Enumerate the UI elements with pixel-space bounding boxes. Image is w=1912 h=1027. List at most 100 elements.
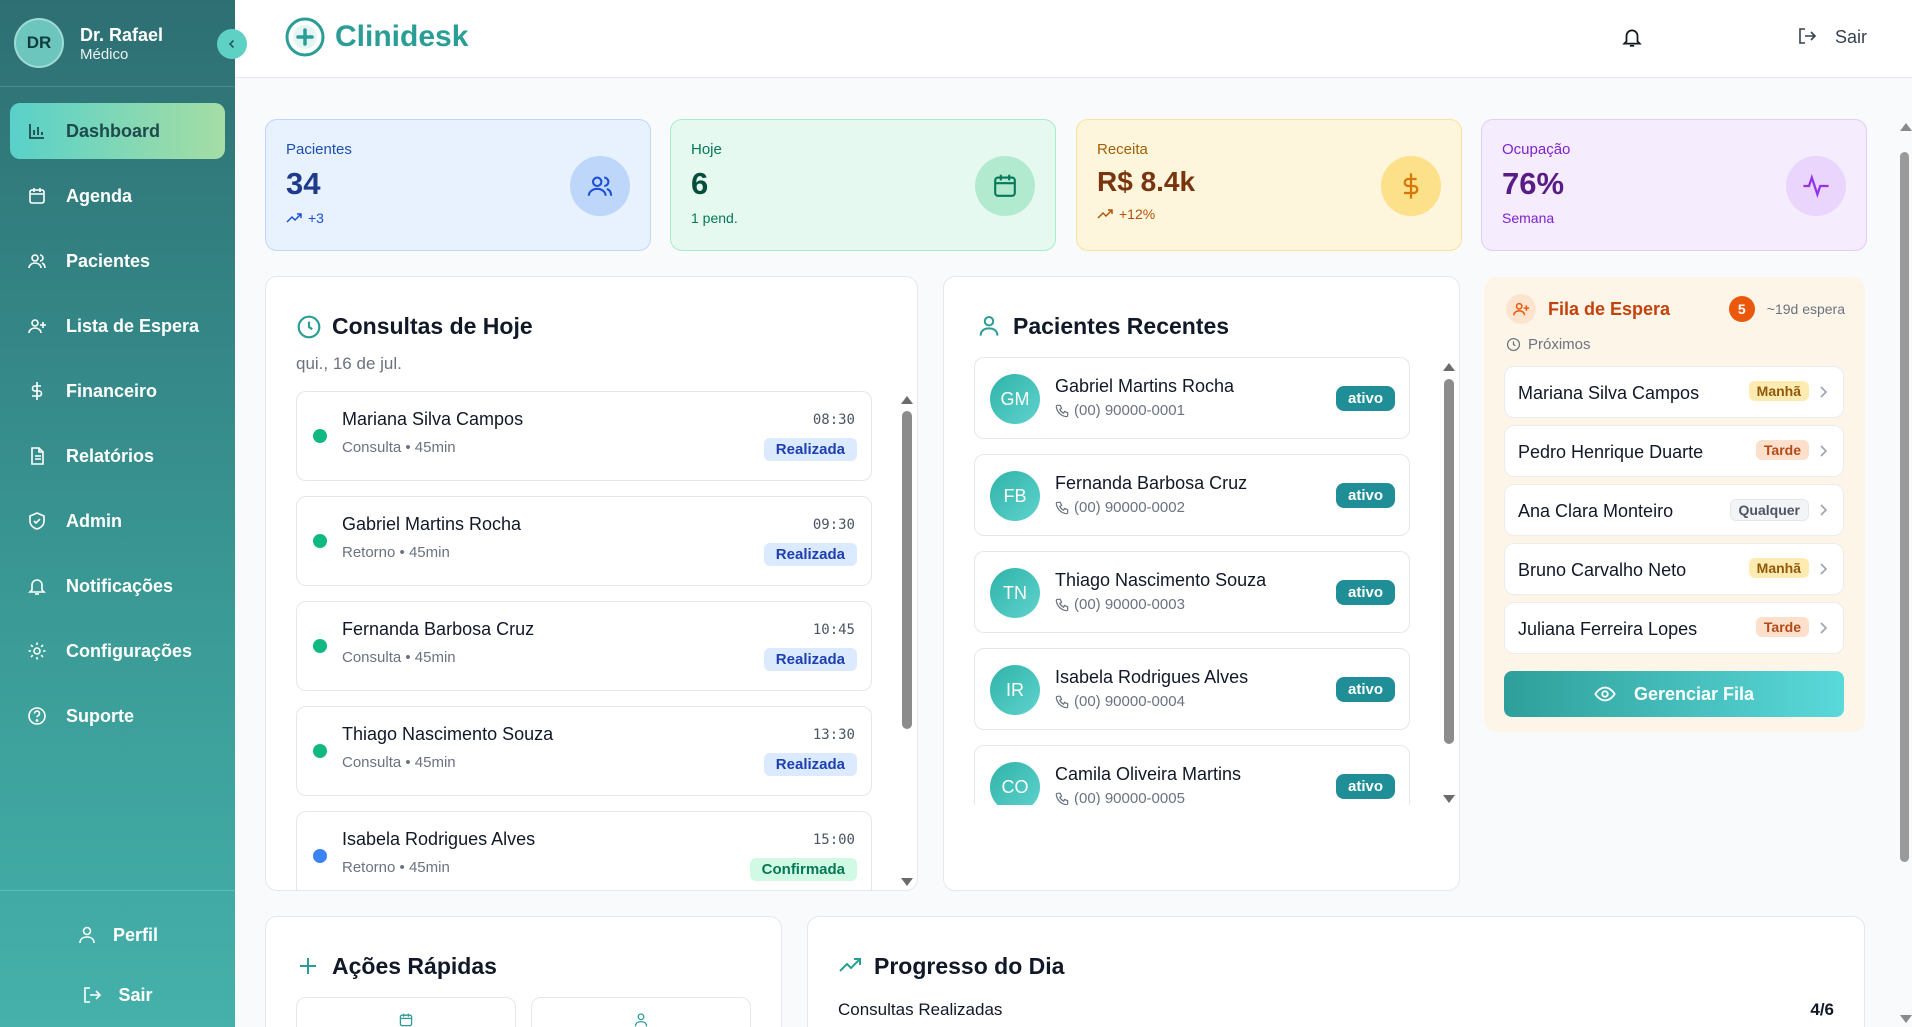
scroll-thumb[interactable] bbox=[1444, 379, 1454, 744]
appointment-time: 15:00 bbox=[812, 832, 855, 848]
bell-icon bbox=[1621, 26, 1645, 48]
patient-card[interactable]: GM Gabriel Martins Rocha (00) 90000-0001… bbox=[974, 357, 1410, 439]
queue-item[interactable]: Mariana Silva Campos Manhã bbox=[1504, 366, 1844, 418]
appointment-patient: Fernanda Barbosa Cruz bbox=[342, 619, 535, 639]
nav-label: Configurações bbox=[66, 640, 193, 661]
nav-label: Suporte bbox=[66, 705, 135, 726]
manage-queue-button[interactable]: Gerenciar Fila bbox=[1504, 671, 1844, 717]
stat-sub-text: +12% bbox=[1119, 206, 1156, 222]
patient-card[interactable]: IR Isabela Rodrigues Alves (00) 90000-00… bbox=[974, 648, 1410, 730]
appointment-patient: Gabriel Martins Rocha bbox=[342, 514, 522, 534]
patient-card[interactable]: TN Thiago Nascimento Souza (00) 90000-00… bbox=[974, 551, 1410, 633]
period-badge: Qualquer bbox=[1729, 499, 1809, 521]
sidebar-logout-button[interactable]: Sair bbox=[0, 965, 235, 1025]
nav-item-relatorios[interactable]: Relatórios bbox=[10, 428, 225, 484]
stat-card-hoje[interactable]: Hoje 6 1 pend. bbox=[670, 119, 1056, 251]
stat-card-receita[interactable]: Receita R$ 8.4k +12% bbox=[1076, 119, 1462, 251]
user-name: Dr. Rafael bbox=[80, 24, 164, 45]
chevron-right-icon bbox=[1817, 444, 1829, 458]
patient-name: Thiago Nascimento Souza bbox=[1055, 570, 1267, 590]
page-scrollbar[interactable] bbox=[1898, 120, 1912, 1027]
recent-patients-scrollbar[interactable] bbox=[1443, 363, 1455, 803]
queue-item[interactable]: Pedro Henrique Duarte Tarde bbox=[1504, 425, 1844, 477]
quick-action-patient[interactable] bbox=[531, 997, 751, 1027]
scroll-thumb[interactable] bbox=[1900, 152, 1909, 862]
brand-logo[interactable]: Clinidesk bbox=[285, 17, 468, 57]
stat-card-pacientes[interactable]: Pacientes 34 +3 bbox=[265, 119, 651, 251]
quick-action-schedule[interactable] bbox=[296, 997, 516, 1027]
appointment-item[interactable]: Thiago Nascimento Souza Consulta • 45min… bbox=[296, 706, 872, 796]
calendar-icon bbox=[26, 185, 48, 207]
phone-icon bbox=[1055, 404, 1069, 418]
patient-avatar: FB bbox=[990, 471, 1040, 521]
appointment-item[interactable]: Gabriel Martins Rocha Retorno • 45min 09… bbox=[296, 496, 872, 586]
status-badge: Realizada bbox=[763, 753, 857, 776]
nav-item-dashboard[interactable]: Dashboard bbox=[10, 103, 225, 159]
waiting-count-badge: 5 bbox=[1728, 296, 1755, 322]
queue-item[interactable]: Ana Clara Monteiro Qualquer bbox=[1504, 484, 1844, 536]
patient-card[interactable]: CO Camila Oliveira Martins (00) 90000-00… bbox=[974, 745, 1410, 805]
patient-name: Gabriel Martins Rocha bbox=[1055, 376, 1235, 396]
waiting-list-header: Fila de Espera 5 ~19d espera bbox=[1506, 293, 1845, 325]
queue-patient-name: Ana Clara Monteiro bbox=[1518, 501, 1674, 521]
user-plus-icon bbox=[1506, 294, 1536, 324]
recent-patients-title: Pacientes Recentes bbox=[977, 313, 1229, 340]
nav-label: Pacientes bbox=[66, 250, 151, 271]
queue-item[interactable]: Bruno Carvalho Neto Manhã bbox=[1504, 543, 1844, 595]
period-badge: Manhã bbox=[1748, 558, 1809, 578]
logout-icon bbox=[82, 985, 102, 1005]
stat-sub: +12% bbox=[1097, 206, 1441, 222]
scroll-down-arrow[interactable] bbox=[1443, 795, 1455, 803]
activity-icon bbox=[1786, 156, 1846, 216]
progress-title: Progresso do Dia bbox=[838, 953, 1064, 980]
scroll-down-arrow[interactable] bbox=[1900, 1015, 1912, 1023]
period-badge: Manhã bbox=[1748, 381, 1809, 401]
appointment-item[interactable]: Isabela Rodrigues Alves Retorno • 45min … bbox=[296, 811, 872, 890]
user-icon bbox=[633, 1012, 649, 1027]
appointment-time: 10:45 bbox=[812, 622, 855, 638]
scroll-up-arrow[interactable] bbox=[1900, 123, 1912, 131]
nav-item-pacientes[interactable]: Pacientes bbox=[10, 233, 225, 289]
appointments-scrollbar[interactable] bbox=[901, 396, 913, 886]
bar-chart-icon bbox=[26, 120, 48, 142]
nav-item-financeiro[interactable]: Financeiro bbox=[10, 363, 225, 419]
queue-patient-name: Bruno Carvalho Neto bbox=[1518, 560, 1687, 580]
progress-title-text: Progresso do Dia bbox=[874, 953, 1065, 979]
appointment-item[interactable]: Mariana Silva Campos Consulta • 45min 08… bbox=[296, 391, 872, 481]
notifications-button[interactable] bbox=[1621, 26, 1645, 50]
appointment-item[interactable]: Fernanda Barbosa Cruz Consulta • 45min 1… bbox=[296, 601, 872, 691]
queue-patient-name: Pedro Henrique Duarte bbox=[1518, 442, 1704, 462]
progress-value: 4/6 bbox=[1810, 1000, 1834, 1019]
patient-avatar: GM bbox=[990, 374, 1040, 424]
nav-item-configuracoes[interactable]: Configurações bbox=[10, 623, 225, 679]
nav-label: Dashboard bbox=[66, 120, 161, 141]
scroll-thumb[interactable] bbox=[902, 411, 912, 729]
nav-item-notificacoes[interactable]: Notificações bbox=[10, 558, 225, 614]
nav-item-suporte[interactable]: Suporte bbox=[10, 688, 225, 744]
bell-icon bbox=[26, 575, 48, 597]
scroll-up-arrow[interactable] bbox=[1443, 363, 1455, 371]
gear-icon bbox=[26, 640, 48, 662]
nav-item-agenda[interactable]: Agenda bbox=[10, 168, 225, 224]
phone-icon bbox=[1055, 501, 1069, 515]
scroll-down-arrow[interactable] bbox=[901, 878, 913, 886]
nav-item-admin[interactable]: Admin bbox=[10, 493, 225, 549]
queue-item[interactable]: Juliana Ferreira Lopes Tarde bbox=[1504, 602, 1844, 654]
logout-icon bbox=[1797, 26, 1819, 48]
patient-name: Isabela Rodrigues Alves bbox=[1055, 667, 1249, 687]
chevron-right-icon bbox=[1817, 562, 1829, 576]
patient-card[interactable]: FB Fernanda Barbosa Cruz (00) 90000-0002… bbox=[974, 454, 1410, 536]
topbar-logout-button[interactable]: Sair bbox=[1797, 26, 1867, 48]
collapse-sidebar-button[interactable] bbox=[217, 29, 247, 59]
nav-item-lista-de-espera[interactable]: Lista de Espera bbox=[10, 298, 225, 354]
stat-card-ocupacao[interactable]: Ocupação 76% Semana bbox=[1481, 119, 1867, 251]
calendar-icon bbox=[975, 156, 1035, 216]
period-badge: Tarde bbox=[1755, 440, 1809, 460]
status-dot bbox=[313, 429, 327, 443]
profile-button[interactable]: Perfil bbox=[0, 905, 235, 965]
eye-icon bbox=[1594, 683, 1616, 705]
status-dot bbox=[313, 744, 327, 758]
user-header: DR Dr. Rafael Médico bbox=[0, 0, 247, 87]
sidebar: DR Dr. Rafael Médico Dashboard Agenda Pa… bbox=[0, 0, 247, 1027]
scroll-up-arrow[interactable] bbox=[901, 396, 913, 404]
